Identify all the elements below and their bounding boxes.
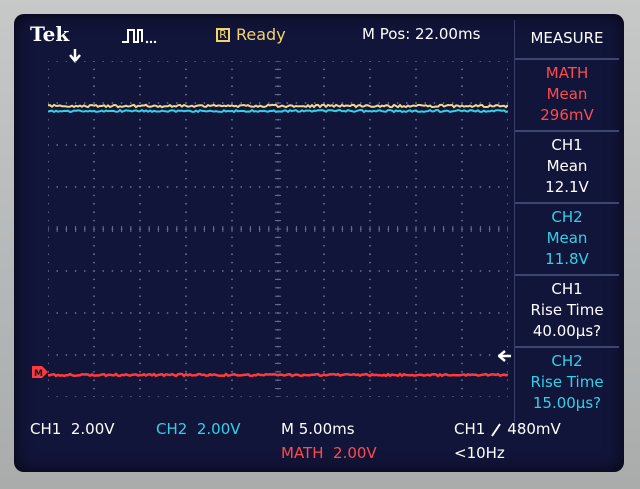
rising-edge-icon — [491, 422, 502, 437]
measure-type: Mean — [546, 228, 588, 247]
ready-badge: R — [216, 27, 230, 42]
ch1-trace — [48, 103, 508, 109]
measure-source: CH1 — [551, 279, 583, 298]
measure-panel: MEASURE MATH Mean 296mV CH1 Mean 12.1V C… — [514, 20, 619, 422]
measure-value: 296mV — [540, 105, 594, 124]
acquisition-status: R Ready — [216, 25, 286, 44]
ch2-scale: CH2 2.00V — [156, 420, 241, 438]
ch1-scale-label: CH1 — [30, 420, 62, 438]
trigger-source: CH1 — [454, 420, 486, 438]
measure-value: 15.00µs? — [532, 393, 602, 412]
trigger-readout: CH1 480mV — [454, 420, 561, 438]
ch2-scale-label: CH2 — [156, 420, 188, 438]
measure-item-ch1-rise-time[interactable]: CH1 Rise Time 40.00µs? — [515, 274, 619, 344]
waveform-display — [48, 61, 508, 397]
measure-type: Rise Time — [530, 372, 604, 391]
math-ref-label: M — [34, 369, 43, 378]
math-scale: MATH 2.00V — [281, 444, 377, 462]
ch1-scale-value: 2.00V — [70, 420, 115, 438]
ch2-scale-value: 2.00V — [196, 420, 241, 438]
oscilloscope-screen: Tek R Ready M Pos: 22.00ms M MEASURE MAT… — [14, 14, 624, 472]
measure-source: CH2 — [551, 207, 583, 226]
math-scale-value: 2.00V — [333, 444, 377, 462]
measure-type: Mean — [546, 156, 588, 175]
measure-type: Rise Time — [530, 300, 604, 319]
trigger-level: 480mV — [507, 420, 561, 438]
scale-readout-bar: CH1 2.00V CH2 2.00V M 5.00ms MATH 2.00V … — [14, 414, 624, 472]
measure-source: CH2 — [551, 351, 583, 370]
measure-value: 12.1V — [545, 177, 589, 196]
measure-value: 40.00µs? — [532, 321, 602, 340]
math-scale-label: MATH — [281, 444, 324, 462]
measure-source: MATH — [545, 63, 589, 82]
trigger-frequency: <10Hz — [454, 444, 505, 462]
measure-value: 11.8V — [545, 249, 589, 268]
brand-logo: Tek — [30, 22, 70, 46]
ch2-trace — [48, 108, 508, 114]
pulse-icon — [122, 29, 157, 44]
measure-item-ch1-mean[interactable]: CH1 Mean 12.1V — [515, 130, 619, 200]
status-text: Ready — [236, 25, 286, 44]
math-ref-marker: M — [32, 366, 48, 381]
timebase-scale: M 5.00ms — [281, 420, 355, 438]
horizontal-position: M Pos: 22.00ms — [362, 25, 481, 43]
measure-source: CH1 — [551, 135, 583, 154]
measure-item-ch2-rise-time[interactable]: CH2 Rise Time 15.00µs? — [515, 346, 619, 416]
ch1-scale: CH1 2.00V — [30, 420, 115, 438]
measure-type: Mean — [546, 84, 588, 103]
left-arrow-icon — [497, 349, 512, 367]
measure-item-ch2-mean[interactable]: CH2 Mean 11.8V — [515, 202, 619, 272]
math-trace — [48, 372, 508, 378]
measure-title: MEASURE — [530, 29, 604, 47]
measure-item-math-mean[interactable]: MATH Mean 296mV — [515, 58, 619, 128]
